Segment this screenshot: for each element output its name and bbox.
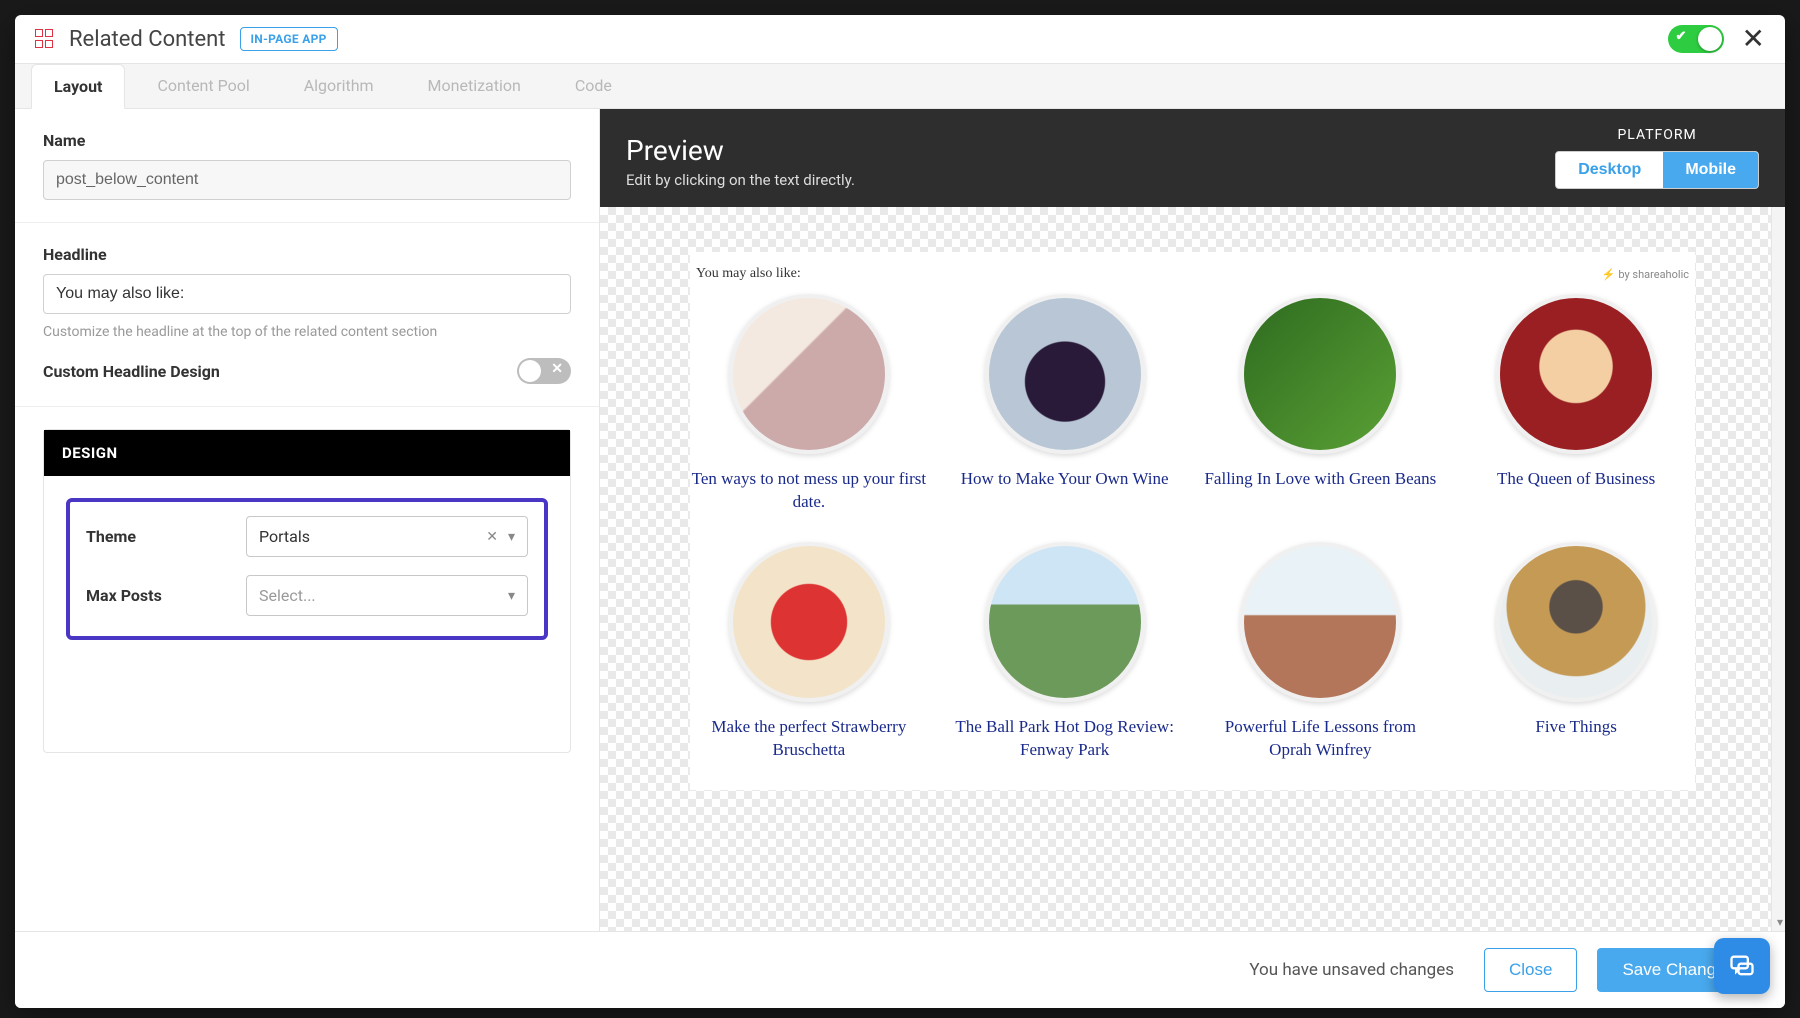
preview-card-title: Make the perfect Strawberry Bruschetta: [690, 716, 928, 762]
platform-desktop-button[interactable]: Desktop: [1556, 152, 1663, 188]
design-section: DESIGN Theme Portals ✕ ▾: [43, 429, 571, 753]
name-input[interactable]: [43, 160, 571, 200]
tab-algorithm[interactable]: Algorithm: [282, 64, 396, 108]
maxposts-placeholder: Select...: [259, 586, 316, 605]
preview-header: Preview Edit by clicking on the text dir…: [600, 109, 1785, 207]
headline-help: Customize the headline at the top of the…: [43, 324, 571, 340]
theme-select[interactable]: Portals ✕ ▾: [246, 516, 528, 557]
preview-card-title: Falling In Love with Green Beans: [1202, 468, 1440, 491]
config-panel: Name Headline Customize the headline at …: [15, 109, 600, 931]
theme-clear-icon[interactable]: ✕: [486, 529, 498, 545]
toggle-off-x-icon: ✕: [551, 361, 563, 377]
tab-content-pool[interactable]: Content Pool: [135, 64, 271, 108]
preview-panel: Preview Edit by clicking on the text dir…: [600, 109, 1785, 931]
preview-thumb: [729, 294, 889, 454]
preview-card[interactable]: Make the perfect Strawberry Bruschetta: [690, 542, 928, 762]
preview-thumb: [1496, 542, 1656, 702]
platform-label: PLATFORM: [1555, 127, 1759, 143]
tab-monetization[interactable]: Monetization: [406, 64, 543, 108]
preview-thumb: [1240, 542, 1400, 702]
headline-input[interactable]: [43, 274, 571, 314]
app-icon: [35, 29, 55, 49]
preview-card[interactable]: Falling In Love with Green Beans: [1202, 294, 1440, 514]
preview-card-title: Ten ways to not mess up your first date.: [690, 468, 928, 514]
modal-header: Related Content IN-PAGE APP ✕: [15, 15, 1785, 64]
preview-card-title: Five Things: [1457, 716, 1695, 739]
tab-bar: Layout Content Pool Algorithm Monetizati…: [15, 64, 1785, 109]
maxposts-select[interactable]: Select... ▾: [246, 575, 528, 616]
scroll-down-icon[interactable]: ▾: [1777, 915, 1783, 929]
chat-widget-button[interactable]: [1714, 938, 1770, 994]
headline-label: Headline: [43, 245, 571, 264]
preview-brand: by shareaholic: [1602, 268, 1689, 281]
theme-chevron-down-icon[interactable]: ▾: [508, 529, 515, 545]
modal-title: Related Content: [69, 27, 226, 52]
enable-toggle[interactable]: [1668, 25, 1724, 53]
close-icon[interactable]: ✕: [1742, 25, 1765, 53]
in-page-app-badge: IN-PAGE APP: [240, 27, 338, 51]
preview-card[interactable]: The Ball Park Hot Dog Review: Fenway Par…: [946, 542, 1184, 762]
preview-card-title: How to Make Your Own Wine: [946, 468, 1184, 491]
name-label: Name: [43, 131, 571, 150]
modal-footer: You have unsaved changes Close Save Chan…: [15, 931, 1785, 1008]
preview-grid: Ten ways to not mess up your first date.…: [690, 294, 1695, 762]
theme-select-value: Portals: [259, 527, 310, 546]
preview-card-title: Powerful Life Lessons from Oprah Winfrey: [1202, 716, 1440, 762]
maxposts-label: Max Posts: [86, 586, 226, 605]
preview-title: Preview: [626, 134, 855, 167]
unsaved-changes-text: You have unsaved changes: [1249, 960, 1454, 980]
preview-card[interactable]: Ten ways to not mess up your first date.: [690, 294, 928, 514]
platform-mobile-button[interactable]: Mobile: [1663, 152, 1758, 188]
theme-label: Theme: [86, 527, 226, 546]
preview-card[interactable]: Five Things: [1457, 542, 1695, 762]
preview-subtitle: Edit by clicking on the text directly.: [626, 171, 855, 189]
maxposts-chevron-down-icon[interactable]: ▾: [508, 588, 515, 604]
custom-headline-label: Custom Headline Design: [43, 362, 220, 381]
design-highlight-box: Theme Portals ✕ ▾ Max Posts: [66, 498, 548, 640]
preview-card[interactable]: Powerful Life Lessons from Oprah Winfrey: [1202, 542, 1440, 762]
preview-thumb: [1496, 294, 1656, 454]
preview-card[interactable]: How to Make Your Own Wine: [946, 294, 1184, 514]
design-section-title: DESIGN: [44, 430, 570, 476]
preview-card-title: The Ball Park Hot Dog Review: Fenway Par…: [946, 716, 1184, 762]
preview-thumb: [985, 542, 1145, 702]
platform-segmented: Desktop Mobile: [1555, 151, 1759, 189]
close-button[interactable]: Close: [1484, 948, 1577, 992]
preview-thumb: [729, 542, 889, 702]
preview-card[interactable]: The Queen of Business: [1457, 294, 1695, 514]
related-content-modal: Related Content IN-PAGE APP ✕ Layout Con…: [15, 15, 1785, 1008]
custom-headline-toggle[interactable]: ✕: [517, 358, 571, 384]
preview-scrollbar[interactable]: [1771, 207, 1785, 931]
preview-card-title: The Queen of Business: [1457, 468, 1695, 491]
preview-canvas: You may also like: by shareaholic Ten wa…: [600, 207, 1785, 931]
preview-thumb: [1240, 294, 1400, 454]
tab-code[interactable]: Code: [553, 64, 634, 108]
preview-headline-text[interactable]: You may also like:: [696, 266, 801, 282]
preview-thumb: [985, 294, 1145, 454]
tab-layout[interactable]: Layout: [31, 64, 125, 109]
